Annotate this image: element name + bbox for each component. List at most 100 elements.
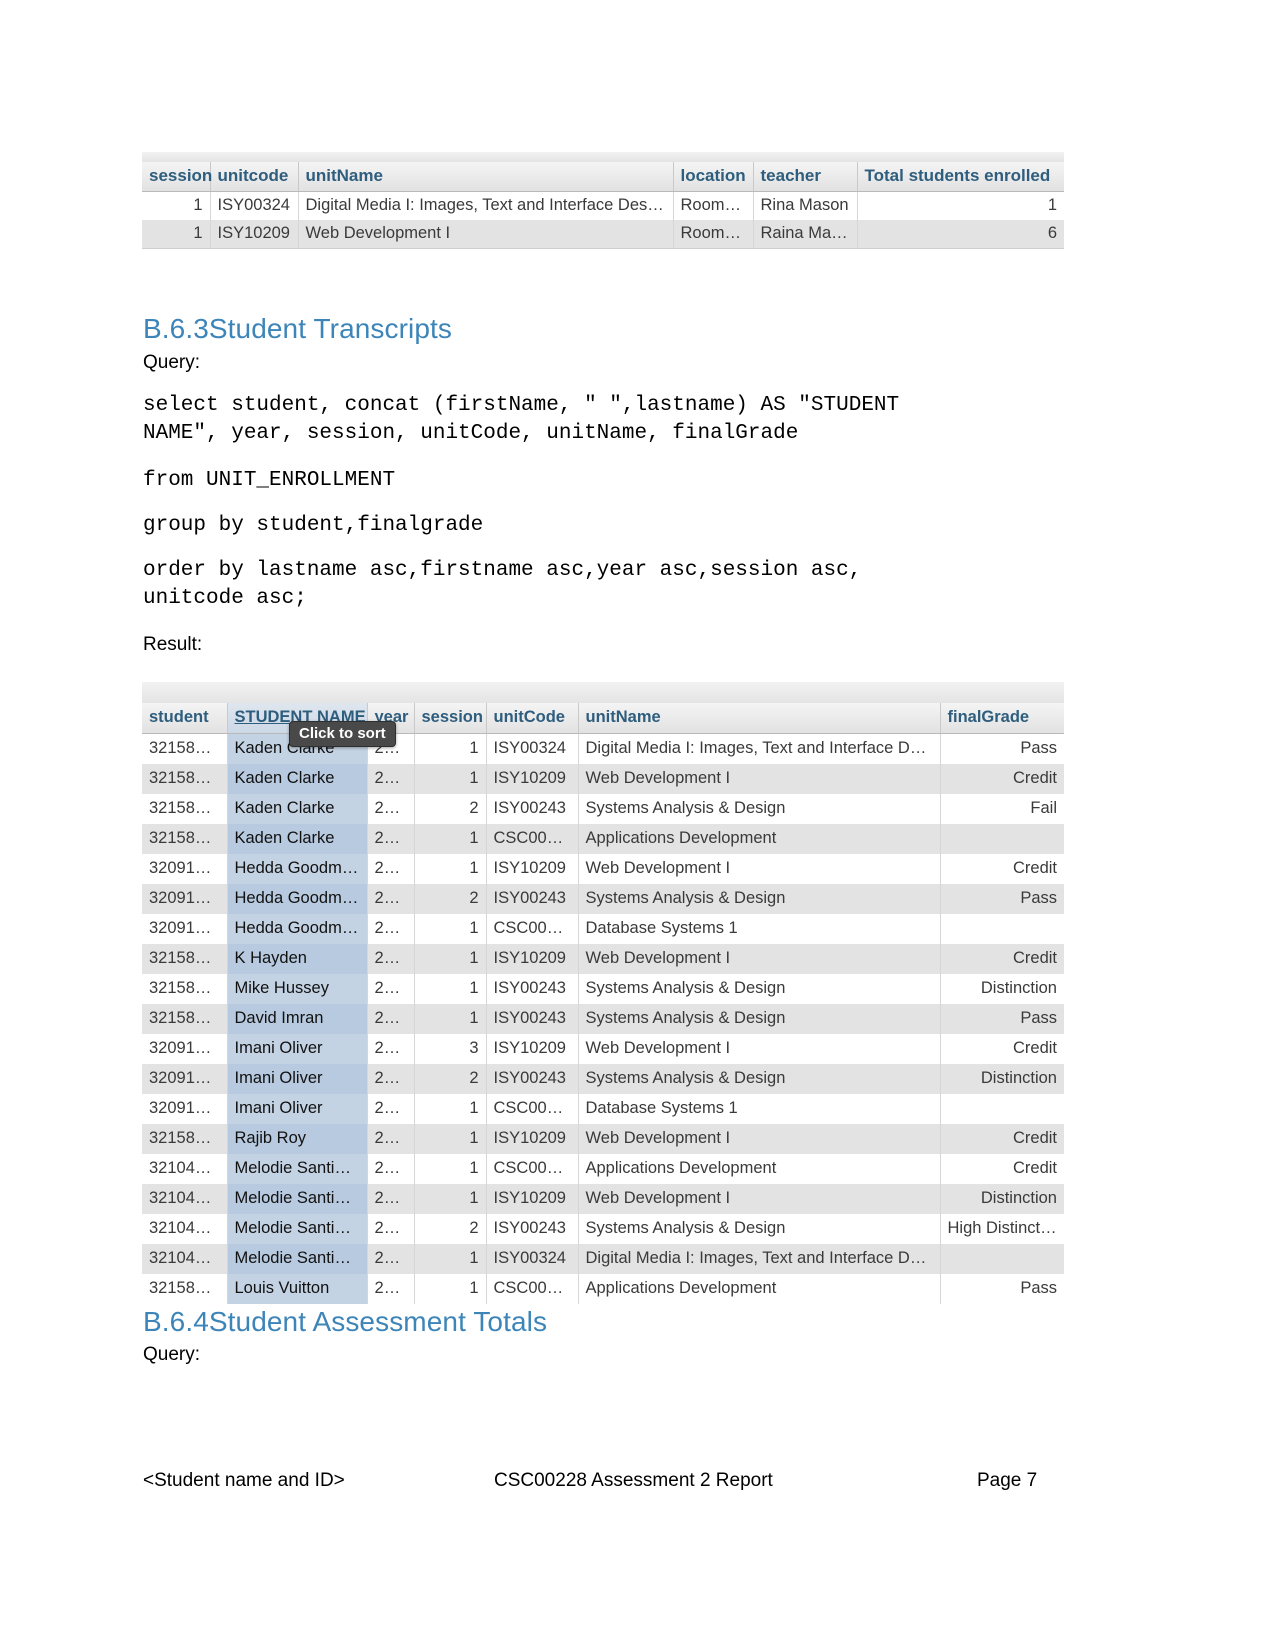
table-row[interactable]: 32091895 Imani Oliver 2016 2 ISY00243 Systems… (142, 1064, 1064, 1094)
cell-unitcode: ISY00324 (210, 191, 299, 220)
cell-finalgrade: Credit (940, 1124, 1064, 1154)
cell-finalgrade (940, 1244, 1064, 1274)
table-row[interactable]: 32158746 Mike Hussey 2015 1 ISY00243 Systems … (142, 974, 1064, 1004)
cell-year: 2015 (367, 1004, 415, 1034)
table-row[interactable]: 32158855 Kaden Clarke 2014 1 ISY00324 Digital… (142, 733, 1064, 764)
cell-unitcode: ISY00243 (486, 974, 579, 1004)
cell-student: 32104706 (142, 1184, 228, 1214)
column-header-teacher[interactable]: teacher (753, 162, 858, 192)
cell-unitcode: ISY00243 (486, 1004, 579, 1034)
cell-year: 2014 (367, 764, 415, 794)
cell-total-students: 6 (857, 220, 1064, 249)
cell-session: 1 (414, 1004, 487, 1034)
cell-student: 32158746 (142, 974, 228, 1004)
cell-finalgrade: Credit (940, 764, 1064, 794)
cell-session: 1 (414, 1124, 487, 1154)
cell-student-name: Hedda Goodman (227, 884, 368, 914)
cell-finalgrade (940, 1094, 1064, 1124)
cell-unitname: Digital Media I: Images, Text and Interf… (298, 191, 674, 220)
cell-student: 32091895 (142, 1034, 228, 1064)
table-row[interactable]: 32104706 Melodie Santiago 2016 1 ISY10209 Web… (142, 1184, 1064, 1214)
column-header-student[interactable]: student (142, 703, 228, 734)
cell-session: 2 (414, 1214, 487, 1244)
column-header-location[interactable]: location (673, 162, 754, 192)
sort-tooltip: Click to sort (289, 721, 396, 747)
sql-query-line-1: select student, concat (firstName, " ",l… (143, 394, 900, 445)
cell-year: 2015 (367, 1124, 415, 1154)
column-header-unitname[interactable]: unitName (298, 162, 674, 192)
cell-student: 32091895 (142, 1094, 228, 1124)
cell-unitcode: ISY00243 (486, 794, 579, 824)
table-row[interactable]: 32091895 Imani Oliver 2017 1 CSC00228 Databas… (142, 1094, 1064, 1124)
table-row[interactable]: 1 ISY10209 Web Development I Room L.7 Ra… (142, 220, 1064, 249)
footer-report-title: CSC00228 Assessment 2 Report (494, 1470, 773, 1491)
cell-unitcode: ISY00324 (486, 733, 579, 764)
cell-session: 1 (414, 1154, 487, 1184)
cell-session: 1 (414, 974, 487, 1004)
cell-year: 2016 (367, 884, 415, 914)
column-header-session[interactable]: session (142, 162, 212, 192)
cell-year: 2016 (367, 1154, 415, 1184)
cell-year: 2016 (367, 1064, 415, 1094)
column-header-unitcode[interactable]: unitCode (486, 703, 579, 734)
cell-student: 32158956 (142, 1004, 228, 1034)
table-row[interactable]: 1 ISY00324 Digital Media I: Images, Text… (142, 191, 1064, 220)
table-row[interactable]: 32158855 Kaden Clarke 2016 2 ISY00243 Systems… (142, 794, 1064, 824)
cell-unitname: Systems Analysis & Design (578, 1214, 941, 1244)
cell-unitcode: ISY10209 (486, 764, 579, 794)
sql-query-line-3: group by student,finalgrade (143, 514, 484, 537)
cell-finalgrade: Pass (940, 1274, 1064, 1304)
cell-unitname: Systems Analysis & Design (578, 974, 941, 1004)
cell-finalgrade: Distinction (940, 1064, 1064, 1094)
cell-finalgrade: Pass (940, 1004, 1064, 1034)
cell-finalgrade: Credit (940, 854, 1064, 884)
table-row[interactable]: 32091895 Imani Oliver 2014 3 ISY10209 Web Dev… (142, 1034, 1064, 1064)
cell-session: 2 (414, 794, 487, 824)
cell-unitcode: CSC00228 (486, 1094, 579, 1124)
table-row[interactable]: 32158956 David Imran 2015 1 ISY00243 Systems … (142, 1004, 1064, 1034)
cell-unitname: Systems Analysis & Design (578, 1064, 941, 1094)
table-row[interactable]: 32104706 Melodie Santiago 2016 1 CSC00235 App… (142, 1154, 1064, 1184)
table-row[interactable]: 32158956 Rajib Roy 2015 1 ISY10209 Web Develo… (142, 1124, 1064, 1154)
cell-student: 32158857 (142, 944, 228, 974)
column-header-unitname[interactable]: unitName (578, 703, 941, 734)
column-header-total-students-enrolled[interactable]: Total students enrolled (857, 162, 1064, 192)
result-label: Result: (143, 634, 203, 655)
cell-student-name: Imani Oliver (227, 1094, 368, 1124)
table-row[interactable]: 32104706 Melodie Santiago 2016 2 ISY00243 Sys… (142, 1214, 1064, 1244)
table-row[interactable]: 32091316 Hedda Goodman 2017 1 CSC00228 Databa… (142, 914, 1064, 944)
column-header-unitcode[interactable]: unitcode (210, 162, 299, 192)
cell-unitcode: CSC00325 (486, 1274, 579, 1304)
cell-session: 3 (414, 1034, 487, 1064)
cell-unitname: Applications Development (578, 1154, 941, 1184)
unit-offerings-result-grid: session unitcode unitName location teach… (142, 152, 1064, 249)
cell-unitcode: ISY10209 (486, 1034, 579, 1064)
cell-teacher: Rina Mason (753, 191, 858, 220)
table-row[interactable]: 32091316 Hedda Goodman 2014 1 ISY10209 Web De… (142, 854, 1064, 884)
cell-student: 32104706 (142, 1214, 228, 1244)
cell-year: 2017 (367, 824, 415, 854)
cell-unitcode: CSC00228 (486, 914, 579, 944)
column-header-finalgrade[interactable]: finalGrade (940, 703, 1064, 734)
table-row[interactable]: 32104706 Melodie Santiago 2017 1 ISY00324 Dig… (142, 1244, 1064, 1274)
cell-location: Room L.3 (673, 191, 754, 220)
cell-location: Room L.7 (673, 220, 754, 249)
column-header-session[interactable]: session (414, 703, 487, 734)
cell-unitcode: ISY10209 (486, 1184, 579, 1214)
cell-finalgrade: Credit (940, 1154, 1064, 1184)
table-row[interactable]: 32158855 Kaden Clarke 2014 1 ISY10209 Web Dev… (142, 764, 1064, 794)
cell-session: 2 (414, 1064, 487, 1094)
cell-finalgrade: Credit (940, 1034, 1064, 1064)
cell-student-name: K Hayden (227, 944, 368, 974)
cell-year: 2014 (367, 854, 415, 884)
table-row[interactable]: 32091316 Hedda Goodman 2016 2 ISY00243 System… (142, 884, 1064, 914)
table-row[interactable]: 32158855 Kaden Clarke 2017 1 CSC00325 Applica… (142, 824, 1064, 854)
cell-student-name: Melodie Santiago (227, 1214, 368, 1244)
cell-unitname: Web Development I (578, 1124, 941, 1154)
student-transcripts-result-grid: student STUDENT NAME year session unitCo… (142, 682, 1064, 1304)
cell-student: 32104706 (142, 1244, 228, 1274)
cell-student-name: Melodie Santiago (227, 1244, 368, 1274)
table-row[interactable]: 32158857 K Hayden 2015 1 ISY10209 Web Develop… (142, 944, 1064, 974)
cell-session: 1 (414, 914, 487, 944)
table-row[interactable]: 32158751 Louis Vuitton 2015 1 CSC00325 Applic… (142, 1274, 1064, 1304)
